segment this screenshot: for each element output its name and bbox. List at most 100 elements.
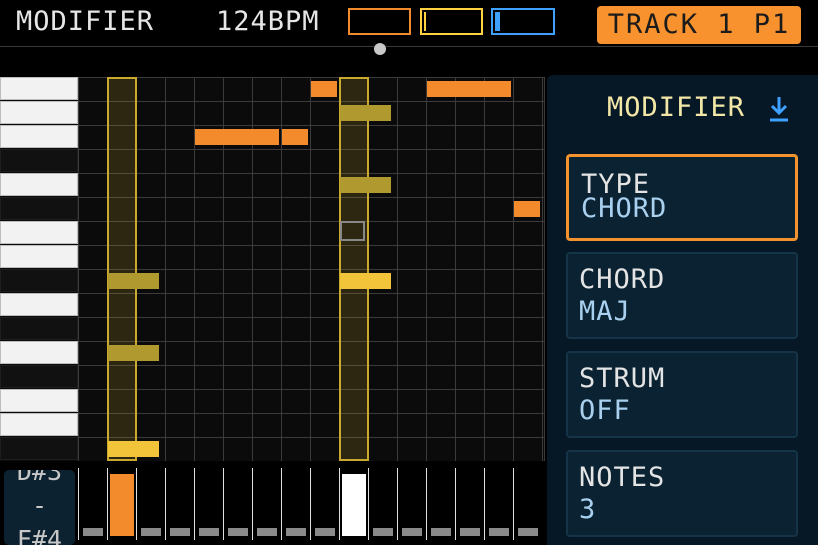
param-label: STRUM <box>579 363 666 394</box>
note-range-box[interactable]: D#3 - F#4 <box>4 470 75 545</box>
piano-key-black[interactable] <box>0 149 78 172</box>
step-cell[interactable] <box>81 468 105 540</box>
chord-column-highlight <box>107 77 137 461</box>
step-divider <box>281 468 282 540</box>
step-divider <box>165 468 166 540</box>
step-tick <box>460 528 480 536</box>
header-divider <box>0 46 818 47</box>
step-divider <box>136 468 137 540</box>
chord-note-block[interactable] <box>340 105 391 121</box>
step-cell[interactable] <box>400 468 424 540</box>
step-playhead-bar <box>342 474 366 536</box>
step-cell[interactable] <box>487 468 511 540</box>
piano-key[interactable] <box>0 293 78 316</box>
bpm-readout[interactable]: 124BPM <box>216 6 320 37</box>
step-divider <box>397 468 398 540</box>
step-divider <box>223 468 224 540</box>
param-value: CHORD <box>581 193 668 224</box>
piano-keyboard[interactable] <box>0 77 78 461</box>
range-separator: - <box>31 491 48 520</box>
piano-roll-grid[interactable] <box>78 77 545 461</box>
note-block[interactable] <box>311 81 337 97</box>
step-cell[interactable] <box>371 468 395 540</box>
level-meter-blue <box>491 8 555 35</box>
step-divider <box>252 468 253 540</box>
step-tick <box>489 528 509 536</box>
piano-key-black[interactable] <box>0 269 78 292</box>
step-tick <box>518 528 538 536</box>
piano-key[interactable] <box>0 341 78 364</box>
step-cell[interactable] <box>458 468 482 540</box>
step-tick <box>228 528 248 536</box>
param-notes-card[interactable]: NOTES 3 <box>566 450 798 537</box>
step-tick <box>431 528 451 536</box>
piano-key-black[interactable] <box>0 365 78 388</box>
step-cell[interactable] <box>168 468 192 540</box>
step-divider <box>484 468 485 540</box>
step-cell[interactable] <box>139 468 163 540</box>
step-divider <box>339 468 340 540</box>
piano-key[interactable] <box>0 125 78 148</box>
chord-note-block[interactable] <box>340 273 391 289</box>
step-tick <box>373 528 393 536</box>
param-type-card[interactable]: TYPE CHORD <box>566 154 798 241</box>
chord-note-block[interactable] <box>108 345 159 361</box>
step-tick <box>402 528 422 536</box>
panel-title: MODIFIER <box>607 92 746 123</box>
page-title: MODIFIER <box>16 6 155 37</box>
chord-note-block[interactable] <box>340 177 391 193</box>
step-cell[interactable] <box>313 468 337 540</box>
piano-key[interactable] <box>0 389 78 412</box>
piano-key[interactable] <box>0 77 78 100</box>
step-cell[interactable] <box>197 468 221 540</box>
piano-key[interactable] <box>0 245 78 268</box>
step-tick <box>83 528 103 536</box>
piano-key-black[interactable] <box>0 317 78 340</box>
step-tick <box>141 528 161 536</box>
step-divider <box>513 468 514 540</box>
step-cell[interactable] <box>516 468 540 540</box>
piano-key-black[interactable] <box>0 197 78 220</box>
modifier-panel: MODIFIER TYPE CHORD CHORD MAJ STRUM OFF … <box>547 75 818 545</box>
param-value: MAJ <box>579 296 631 327</box>
grid-cursor <box>340 221 365 241</box>
piano-key[interactable] <box>0 221 78 244</box>
range-low-label: D#3 <box>16 470 63 486</box>
range-high-label: F#4 <box>16 525 63 545</box>
piano-key-black[interactable] <box>0 437 78 460</box>
param-chord-card[interactable]: CHORD MAJ <box>566 252 798 339</box>
step-sequencer[interactable] <box>78 468 544 545</box>
step-cell[interactable] <box>342 468 366 540</box>
step-divider <box>368 468 369 540</box>
param-value: 3 <box>579 494 597 525</box>
level-meter-orange <box>348 8 411 35</box>
step-divider <box>78 468 79 540</box>
param-label: NOTES <box>579 462 666 493</box>
note-block[interactable] <box>514 201 540 217</box>
step-cell[interactable] <box>110 468 134 540</box>
chord-note-block[interactable] <box>108 441 159 457</box>
step-cell[interactable] <box>284 468 308 540</box>
step-divider <box>455 468 456 540</box>
step-tick <box>170 528 190 536</box>
step-cell[interactable] <box>255 468 279 540</box>
step-divider <box>426 468 427 540</box>
step-tick <box>199 528 219 536</box>
piano-key[interactable] <box>0 413 78 436</box>
piano-key[interactable] <box>0 173 78 196</box>
header-bar: MODIFIER 124BPM TRACK 1 P1 <box>0 0 818 46</box>
step-tick <box>315 528 335 536</box>
note-block[interactable] <box>282 129 308 145</box>
step-divider <box>310 468 311 540</box>
piano-key[interactable] <box>0 101 78 124</box>
chord-note-block[interactable] <box>108 273 159 289</box>
note-block[interactable] <box>427 81 511 97</box>
download-arrow-icon[interactable] <box>768 95 790 123</box>
step-cell[interactable] <box>429 468 453 540</box>
step-divider <box>107 468 108 540</box>
step-cell[interactable] <box>226 468 250 540</box>
note-block[interactable] <box>195 129 279 145</box>
level-meter-yellow <box>420 8 483 35</box>
param-strum-card[interactable]: STRUM OFF <box>566 351 798 438</box>
track-pattern-button[interactable]: TRACK 1 P1 <box>597 6 801 44</box>
